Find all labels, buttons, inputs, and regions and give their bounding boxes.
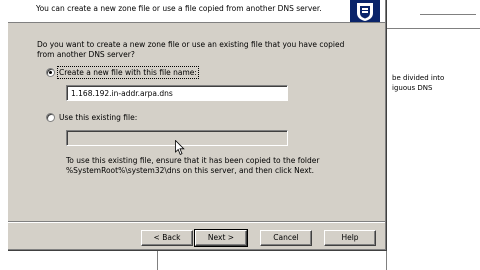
back-button[interactable]: < Back bbox=[141, 230, 193, 246]
background-window-edge bbox=[0, 0, 8, 270]
next-button[interactable]: Next > bbox=[194, 229, 248, 247]
new-zone-wizard-dialog: You can create a new zone file or use a … bbox=[8, 0, 387, 251]
zone-file-question: Do you want to create a new zone file or… bbox=[37, 40, 345, 59]
next-button-label: Next > bbox=[207, 233, 235, 242]
background-divider bbox=[386, 28, 480, 29]
use-existing-file-label[interactable]: Use this existing file: bbox=[59, 113, 137, 122]
button-separator bbox=[8, 221, 385, 223]
create-new-file-option[interactable]: Create a new file with this file name: bbox=[46, 66, 199, 79]
cancel-button[interactable]: Cancel bbox=[260, 230, 312, 246]
existing-file-note: To use this existing file, ensure that i… bbox=[66, 156, 320, 175]
use-existing-file-option[interactable]: Use this existing file: bbox=[46, 113, 137, 122]
background-divider-left bbox=[157, 248, 158, 270]
background-text-line2: iguous DNS bbox=[392, 84, 433, 92]
mouse-pointer-icon bbox=[175, 140, 185, 156]
background-divider-right bbox=[386, 248, 387, 270]
help-button[interactable]: Help bbox=[324, 230, 376, 246]
dns-wizard-icon bbox=[350, 0, 380, 22]
background-scroll-edge bbox=[420, 14, 476, 18]
use-existing-file-radio[interactable] bbox=[46, 113, 55, 122]
new-file-name-input[interactable]: 1.168.192.in-addr.arpa.dns bbox=[66, 85, 288, 101]
wizard-header-subtitle: You can create a new zone file or use a … bbox=[36, 4, 322, 13]
wizard-header: You can create a new zone file or use a … bbox=[8, 0, 385, 23]
create-new-file-label[interactable]: Create a new file with this file name: bbox=[57, 66, 199, 79]
create-new-file-radio[interactable] bbox=[46, 68, 55, 77]
background-text-line1: be divided into bbox=[392, 74, 445, 82]
background-window: be divided into iguous DNS bbox=[386, 0, 480, 270]
